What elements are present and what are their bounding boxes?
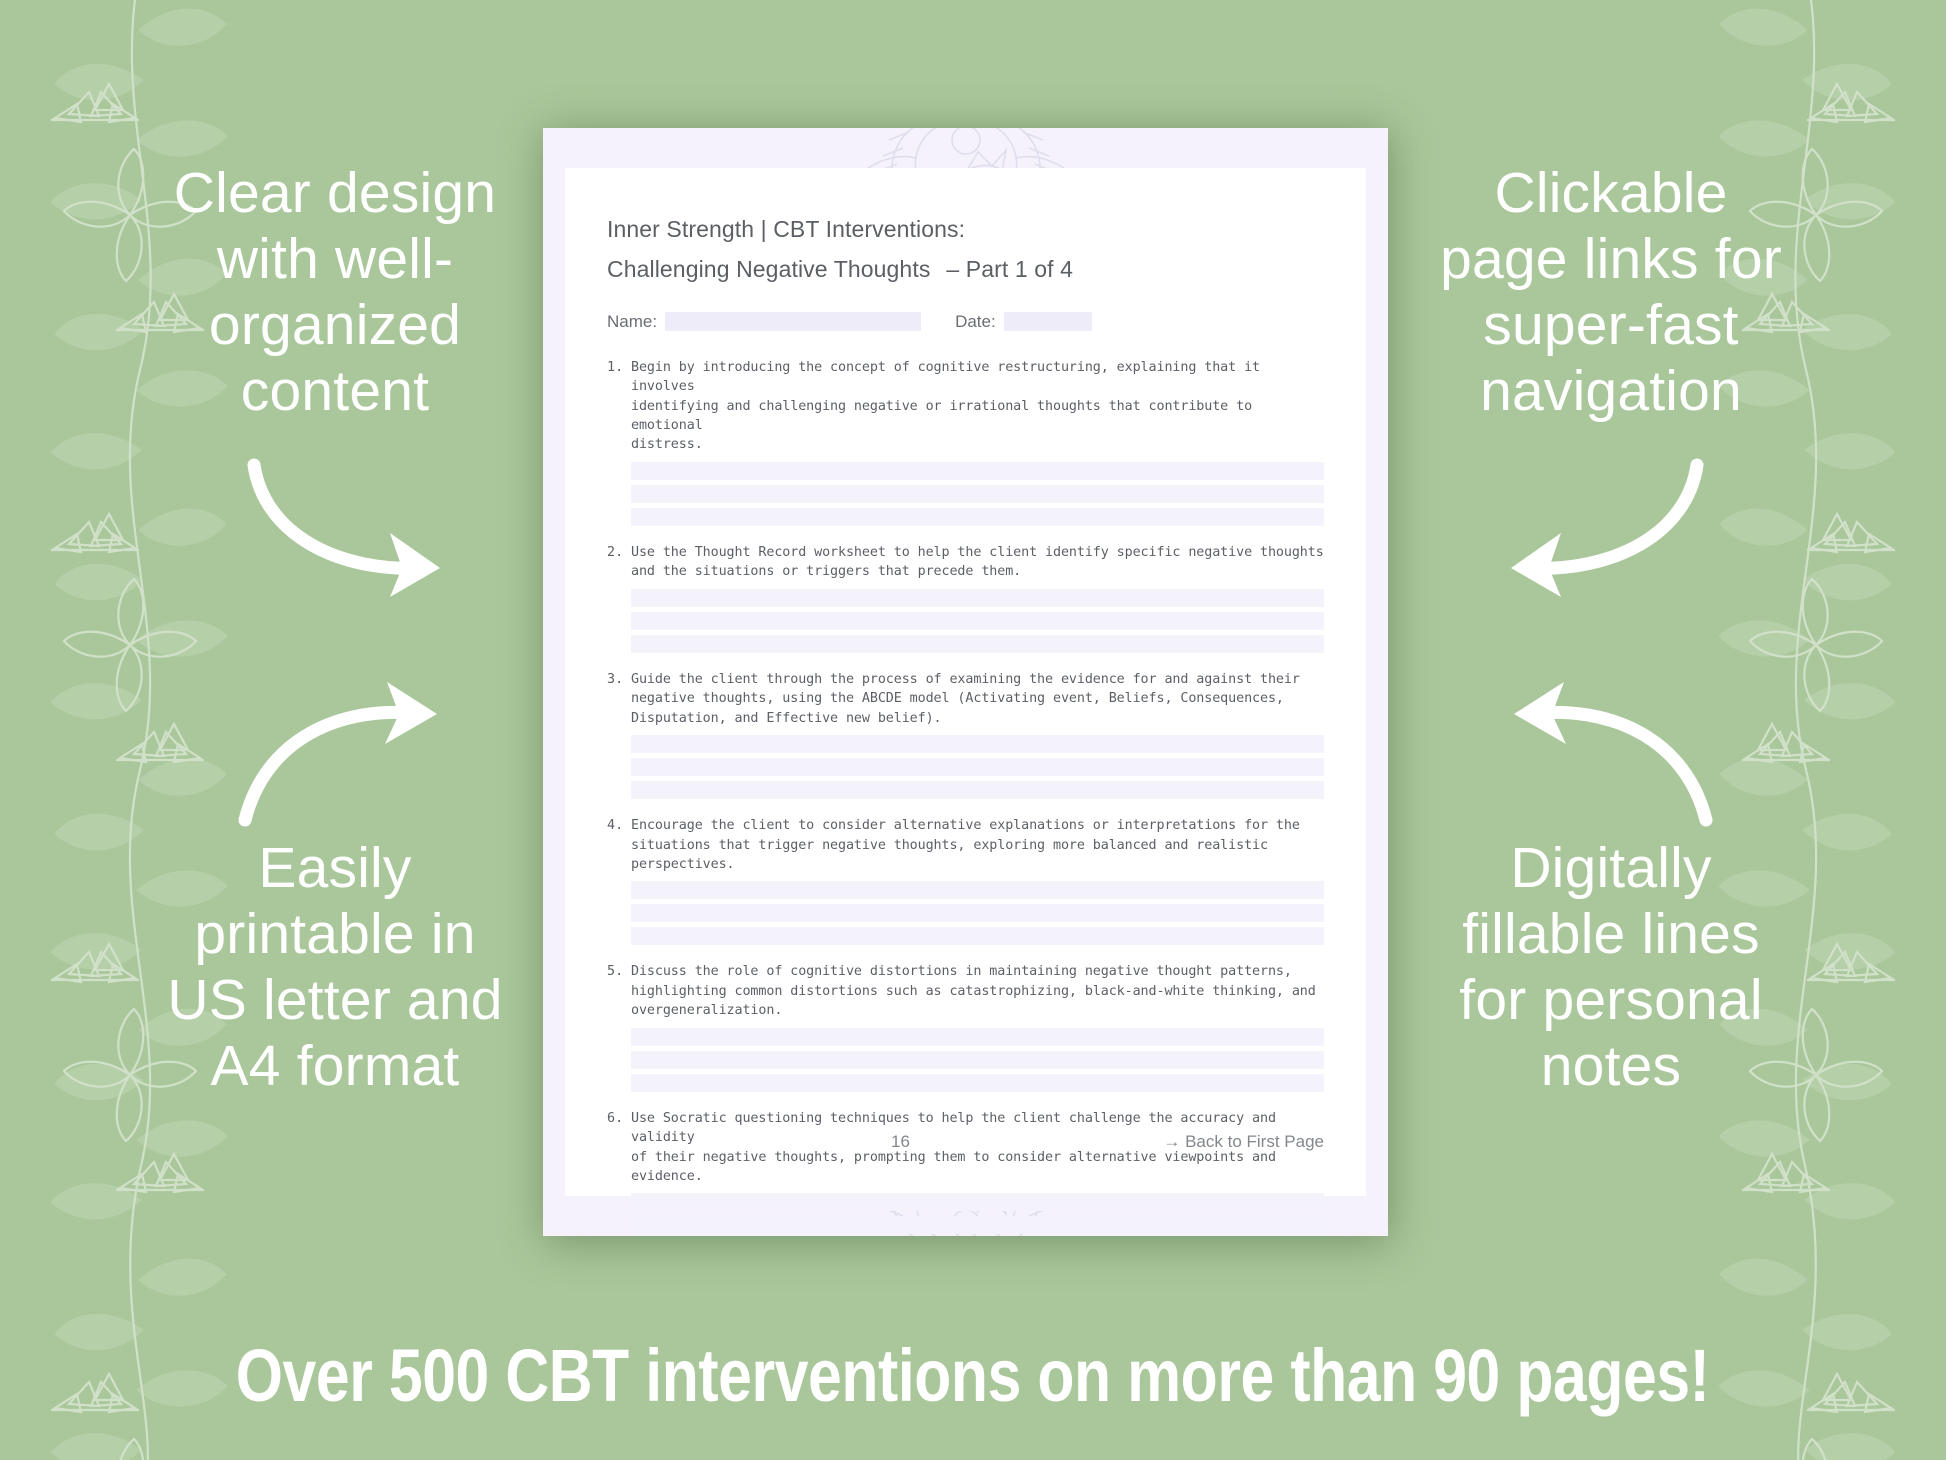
feature-caption-clickable-links: Clickable page links for super-fast navi… bbox=[1440, 161, 1782, 424]
worksheet-sheet: Inner Strength | CBT Interventions: Chal… bbox=[565, 168, 1366, 1235]
promo-banner-text: Over 500 CBT interventions on more than … bbox=[236, 1333, 1710, 1417]
feature-caption-printable: Easily printable in US letter and A4 for… bbox=[167, 836, 503, 1099]
fill-line[interactable] bbox=[631, 507, 1324, 526]
name-label: Name: bbox=[607, 311, 658, 331]
intervention-steps-list: Begin by introducing the concept of cogn… bbox=[607, 358, 1324, 1236]
fill-line[interactable] bbox=[631, 588, 1324, 607]
fill-line[interactable] bbox=[631, 927, 1324, 946]
worksheet-page[interactable]: Inner Strength | CBT Interventions: Chal… bbox=[543, 128, 1388, 1236]
intervention-step: Use Socratic questioning techniques to h… bbox=[607, 1109, 1324, 1236]
curved-arrow-right-icon bbox=[247, 458, 440, 597]
date-field[interactable] bbox=[1003, 312, 1092, 332]
fill-line[interactable] bbox=[631, 634, 1324, 653]
fill-line[interactable] bbox=[631, 611, 1324, 630]
page-number: 16 bbox=[891, 1132, 910, 1151]
fill-line[interactable] bbox=[631, 781, 1324, 800]
intervention-step: Use the Thought Record worksheet to help… bbox=[607, 543, 1324, 653]
step-text: Encourage the client to consider alterna… bbox=[631, 818, 1300, 872]
intervention-step: Begin by introducing the concept of cogn… bbox=[607, 358, 1324, 526]
doc-title-line1: Inner Strength | CBT Interventions: bbox=[607, 216, 966, 242]
step-text: Begin by introducing the concept of cogn… bbox=[631, 359, 1260, 453]
fill-line[interactable] bbox=[631, 1050, 1324, 1069]
meta-row: Name: Date: bbox=[607, 312, 1324, 332]
fill-line[interactable] bbox=[631, 758, 1324, 777]
name-field[interactable] bbox=[665, 312, 922, 332]
page-title: Inner Strength | CBT Interventions: Chal… bbox=[607, 214, 1324, 285]
fill-line[interactable] bbox=[631, 1027, 1324, 1046]
step-text: Discuss the role of cognitive distortion… bbox=[631, 964, 1316, 1019]
fill-line[interactable] bbox=[631, 1216, 1324, 1235]
fill-lines-group bbox=[631, 1193, 1324, 1236]
fill-lines-group bbox=[631, 461, 1324, 526]
doc-title-part: – Part 1 of 4 bbox=[946, 256, 1074, 283]
fill-line[interactable] bbox=[631, 461, 1324, 480]
intervention-step: Encourage the client to consider alterna… bbox=[607, 816, 1324, 946]
fill-lines-group bbox=[631, 881, 1324, 946]
fill-lines-group bbox=[631, 735, 1324, 800]
step-text: Guide the client through the process of … bbox=[631, 671, 1300, 726]
back-to-first-page-link[interactable]: → Back to First Page bbox=[1163, 1132, 1324, 1152]
feature-caption-clear-design: Clear design with well- organized conten… bbox=[173, 161, 497, 424]
fill-line[interactable] bbox=[631, 904, 1324, 923]
fill-lines-group bbox=[631, 588, 1324, 653]
fill-line[interactable] bbox=[631, 881, 1324, 900]
intervention-step: Guide the client through the process of … bbox=[607, 670, 1324, 800]
promo-banner: Over 500 CBT interventions on more than … bbox=[0, 1290, 1946, 1460]
feature-caption-fillable-lines: Digitally fillable lines for personal no… bbox=[1459, 836, 1763, 1099]
fill-line[interactable] bbox=[631, 1073, 1324, 1092]
curved-arrow-left-icon bbox=[1514, 682, 1713, 827]
intervention-step: Discuss the role of cognitive distortion… bbox=[607, 962, 1324, 1092]
promo-canvas: Clear design with well- organized conten… bbox=[0, 0, 1946, 1460]
step-text: Use the Thought Record worksheet to help… bbox=[631, 544, 1324, 580]
doc-title-line2: Challenging Negative Thoughts bbox=[607, 256, 931, 283]
fill-line[interactable] bbox=[631, 1193, 1324, 1212]
date-label: Date: bbox=[955, 311, 996, 331]
fill-line[interactable] bbox=[631, 484, 1324, 503]
doc-footer: 16 → Back to First Page bbox=[607, 1132, 1324, 1152]
curved-arrow-left-icon bbox=[1511, 458, 1704, 597]
fill-lines-group bbox=[631, 1027, 1324, 1092]
fill-line[interactable] bbox=[631, 735, 1324, 754]
curved-arrow-right-icon bbox=[238, 682, 437, 827]
